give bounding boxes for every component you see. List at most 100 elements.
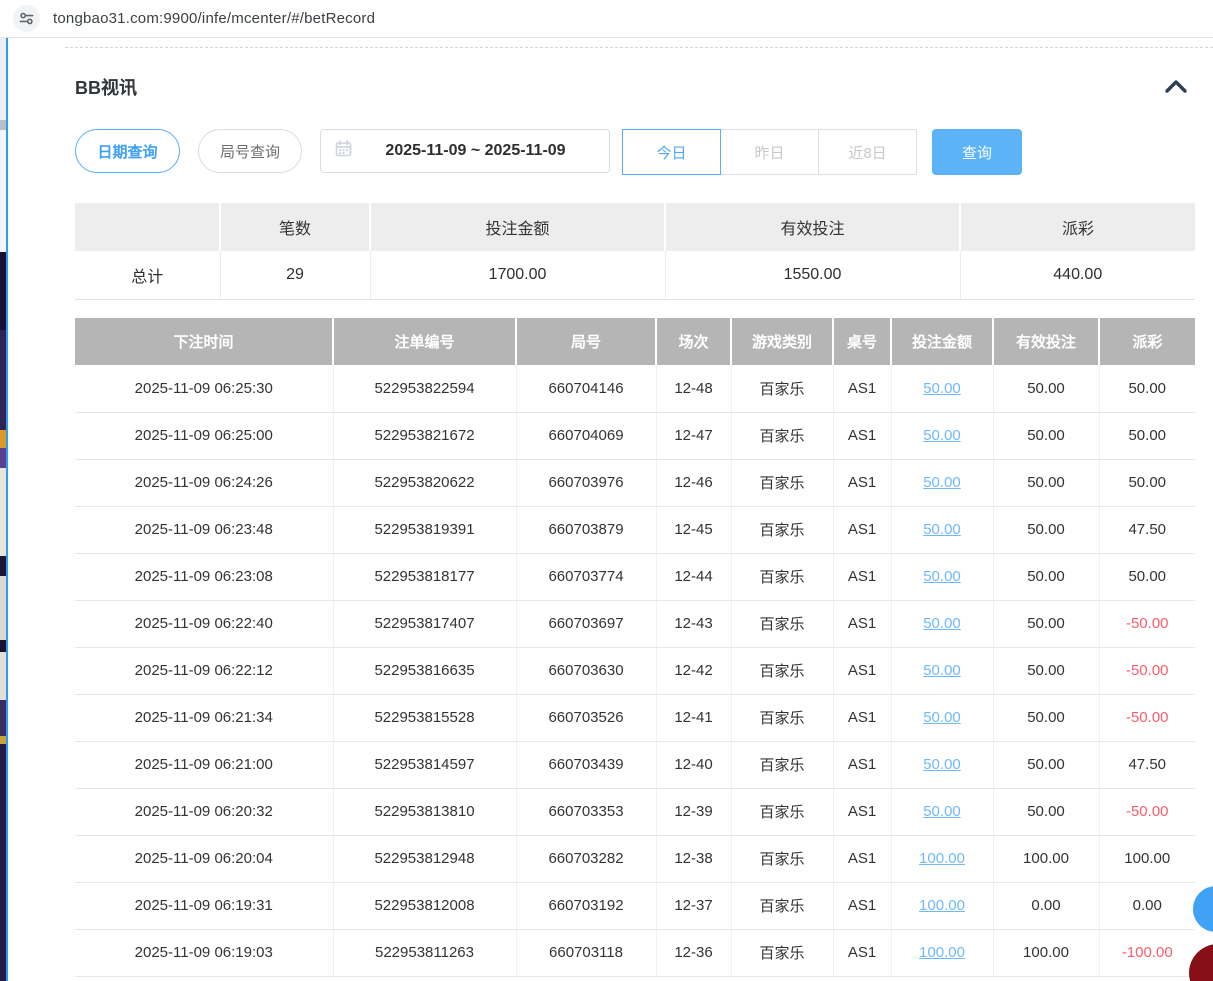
quick-range-group: 今日 昨日 近8日 xyxy=(622,129,917,175)
bet-amount-cell[interactable]: 50.00 xyxy=(891,741,993,788)
round-number-cell: 660703976 xyxy=(516,459,656,506)
session-cell: 12-47 xyxy=(656,412,731,459)
bet-time-cell: 2025-11-09 06:22:40 xyxy=(75,600,333,647)
bet-amount-link[interactable]: 50.00 xyxy=(923,474,961,491)
date-query-tab[interactable]: 日期查询 xyxy=(75,129,180,173)
session-cell: 12-37 xyxy=(656,882,731,929)
bet-amount-link[interactable]: 50.00 xyxy=(923,756,961,773)
summary-total-row: 总计 29 1700.00 1550.00 440.00 xyxy=(75,251,1195,299)
order-number-cell: 522953816635 xyxy=(333,647,516,694)
bet-amount-cell[interactable]: 50.00 xyxy=(891,647,993,694)
site-settings-icon[interactable] xyxy=(13,5,40,32)
payout-cell: 47.50 xyxy=(1099,741,1195,788)
screenshot-viewport: tongbao31.com:9900/infe/mcenter/#/betRec… xyxy=(0,0,1213,981)
bet-amount-link[interactable]: 100.00 xyxy=(919,897,965,914)
bet-amount-cell[interactable]: 100.00 xyxy=(891,929,993,976)
bet-amount-cell[interactable]: 50.00 xyxy=(891,412,993,459)
valid-bet-cell: 50.00 xyxy=(993,506,1099,553)
bet-time-cell: 2025-11-09 06:19:31 xyxy=(75,882,333,929)
bet-amount-link[interactable]: 50.00 xyxy=(923,709,961,726)
order-number-cell: 522953812948 xyxy=(333,835,516,882)
yesterday-button[interactable]: 昨日 xyxy=(720,129,819,175)
table-number-cell: AS1 xyxy=(833,459,891,506)
bets-table-body: 2025-11-09 06:25:30522953822594660704146… xyxy=(75,365,1195,976)
valid-bet-cell: 0.00 xyxy=(993,882,1099,929)
order-number-cell: 522953818177 xyxy=(333,553,516,600)
bet-amount-link[interactable]: 50.00 xyxy=(923,427,961,444)
bet-amount-link[interactable]: 100.00 xyxy=(919,944,965,961)
bets-header-bet-amount: 投注金额 xyxy=(891,318,993,365)
session-cell: 12-43 xyxy=(656,600,731,647)
bet-record-row: 2025-11-09 06:24:26522953820622660703976… xyxy=(75,459,1195,506)
session-cell: 12-40 xyxy=(656,741,731,788)
bet-record-row: 2025-11-09 06:19:31522953812008660703192… xyxy=(75,882,1195,929)
url-text[interactable]: tongbao31.com:9900/infe/mcenter/#/betRec… xyxy=(53,10,375,27)
bet-amount-link[interactable]: 50.00 xyxy=(923,662,961,679)
round-number-cell: 660703192 xyxy=(516,882,656,929)
payout-cell: 100.00 xyxy=(1099,835,1195,882)
payout-cell: 50.00 xyxy=(1099,459,1195,506)
summary-header-count: 笔数 xyxy=(220,203,370,251)
table-number-cell: AS1 xyxy=(833,882,891,929)
game-type-cell: 百家乐 xyxy=(731,647,833,694)
bet-amount-cell[interactable]: 50.00 xyxy=(891,506,993,553)
bet-amount-cell[interactable]: 50.00 xyxy=(891,600,993,647)
bet-time-cell: 2025-11-09 06:25:00 xyxy=(75,412,333,459)
valid-bet-cell: 50.00 xyxy=(993,600,1099,647)
bets-header-valid-bet: 有效投注 xyxy=(993,318,1099,365)
today-button[interactable]: 今日 xyxy=(622,129,721,175)
bet-record-row: 2025-11-09 06:22:12522953816635660703630… xyxy=(75,647,1195,694)
bet-amount-cell[interactable]: 100.00 xyxy=(891,882,993,929)
bet-amount-cell[interactable]: 100.00 xyxy=(891,835,993,882)
bets-header-bet-time: 下注时间 xyxy=(75,318,333,365)
table-number-cell: AS1 xyxy=(833,506,891,553)
bet-amount-cell[interactable]: 50.00 xyxy=(891,365,993,412)
table-number-cell: AS1 xyxy=(833,929,891,976)
bet-record-row: 2025-11-09 06:23:08522953818177660703774… xyxy=(75,553,1195,600)
bet-amount-cell[interactable]: 50.00 xyxy=(891,788,993,835)
table-number-cell: AS1 xyxy=(833,741,891,788)
bet-amount-link[interactable]: 50.00 xyxy=(923,380,961,397)
round-number-cell: 660704146 xyxy=(516,365,656,412)
order-number-cell: 522953820622 xyxy=(333,459,516,506)
game-type-cell: 百家乐 xyxy=(731,412,833,459)
bets-header-session: 场次 xyxy=(656,318,731,365)
order-number-cell: 522953822594 xyxy=(333,365,516,412)
order-number-cell: 522953819391 xyxy=(333,506,516,553)
bet-amount-cell[interactable]: 50.00 xyxy=(891,553,993,600)
payout-cell: -50.00 xyxy=(1099,694,1195,741)
bet-record-row: 2025-11-09 06:23:48522953819391660703879… xyxy=(75,506,1195,553)
table-number-cell: AS1 xyxy=(833,788,891,835)
order-number-cell: 522953812008 xyxy=(333,882,516,929)
summary-header-row: 笔数 投注金额 有效投注 派彩 xyxy=(75,203,1195,251)
bet-amount-link[interactable]: 50.00 xyxy=(923,568,961,585)
valid-bet-cell: 50.00 xyxy=(993,412,1099,459)
session-cell: 12-42 xyxy=(656,647,731,694)
bet-record-row: 2025-11-09 06:20:32522953813810660703353… xyxy=(75,788,1195,835)
bet-time-cell: 2025-11-09 06:22:12 xyxy=(75,647,333,694)
order-number-cell: 522953811263 xyxy=(333,929,516,976)
bet-amount-cell[interactable]: 50.00 xyxy=(891,694,993,741)
game-type-cell: 百家乐 xyxy=(731,506,833,553)
bet-amount-link[interactable]: 50.00 xyxy=(923,803,961,820)
bet-amount-link[interactable]: 50.00 xyxy=(923,615,961,632)
session-cell: 12-46 xyxy=(656,459,731,506)
bet-amount-link[interactable]: 100.00 xyxy=(919,850,965,867)
game-type-cell: 百家乐 xyxy=(731,694,833,741)
session-cell: 12-36 xyxy=(656,929,731,976)
bets-header-round-number: 局号 xyxy=(516,318,656,365)
last-8-days-button[interactable]: 近8日 xyxy=(818,129,917,175)
bet-amount-link[interactable]: 50.00 xyxy=(923,521,961,538)
bet-amount-cell[interactable]: 50.00 xyxy=(891,459,993,506)
order-number-cell: 522953815528 xyxy=(333,694,516,741)
search-button[interactable]: 查询 xyxy=(932,129,1022,175)
collapse-panel-button[interactable] xyxy=(1161,74,1191,98)
order-number-cell: 522953814597 xyxy=(333,741,516,788)
round-number-cell: 660703353 xyxy=(516,788,656,835)
round-query-tab[interactable]: 局号查询 xyxy=(198,129,302,173)
valid-bet-cell: 50.00 xyxy=(993,459,1099,506)
round-number-cell: 660703282 xyxy=(516,835,656,882)
summary-header-blank xyxy=(75,203,220,251)
date-range-picker[interactable]: 2025-11-09 ~ 2025-11-09 xyxy=(320,129,610,173)
game-type-cell: 百家乐 xyxy=(731,459,833,506)
